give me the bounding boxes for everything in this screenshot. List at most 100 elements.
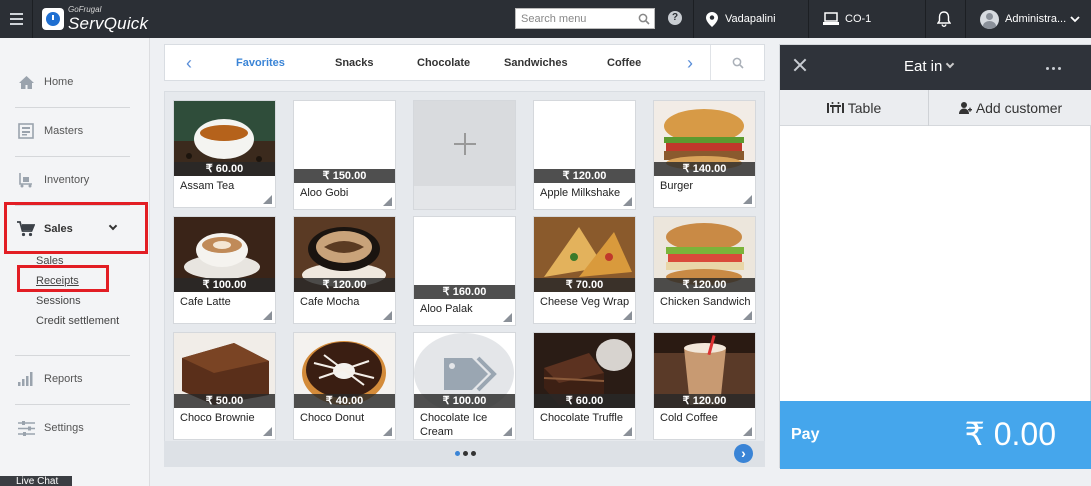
table-icon bbox=[826, 102, 844, 113]
product-card-chocolate-ice-cream[interactable]: ₹ 100.00 Chocolate Ice Cream bbox=[413, 332, 516, 440]
pay-button[interactable]: Pay ₹ 0.00 bbox=[780, 401, 1091, 469]
sidebar-subitem-sessions[interactable]: Sessions bbox=[36, 295, 81, 307]
page-dot[interactable] bbox=[463, 451, 468, 456]
chevron-down-icon bbox=[946, 59, 955, 69]
product-name: Burger bbox=[660, 180, 694, 192]
product-card-aloo-gobi[interactable]: ₹ 150.00 Aloo Gobi bbox=[293, 100, 396, 210]
product-card-chicken-sandwich[interactable]: ₹ 120.00 Chicken Sandwich bbox=[653, 216, 756, 324]
counter-selector[interactable]: CO-1 bbox=[823, 0, 871, 38]
home-icon bbox=[17, 73, 35, 91]
product-price: ₹ 120.00 bbox=[654, 394, 755, 408]
avatar bbox=[980, 9, 999, 29]
counter-label: CO-1 bbox=[845, 13, 872, 25]
top-bar: GoFrugal ServQuick ? Vadapalini CO-1 Adm… bbox=[0, 0, 1091, 38]
live-chat-button[interactable]: Live Chat bbox=[0, 476, 72, 486]
product-price: ₹ 70.00 bbox=[534, 278, 635, 292]
corner-triangle-icon bbox=[263, 427, 272, 436]
divider bbox=[925, 0, 926, 38]
tab-snacks[interactable]: Snacks bbox=[335, 57, 374, 69]
divider bbox=[15, 156, 130, 157]
corner-triangle-icon bbox=[263, 195, 272, 204]
register-icon bbox=[823, 12, 839, 25]
product-card-chocolate-truffle[interactable]: ₹ 60.00 Chocolate Truffle bbox=[533, 332, 636, 440]
tab-chocolate[interactable]: Chocolate bbox=[417, 57, 470, 69]
sidebar-item-home[interactable]: Home bbox=[0, 62, 150, 102]
divider bbox=[15, 404, 130, 405]
product-card-cheese-veg-wrap[interactable]: ₹ 70.00 Cheese Veg Wrap bbox=[533, 216, 636, 324]
product-card-choco-donut[interactable]: ₹ 40.00 Choco Donut bbox=[293, 332, 396, 440]
sidebar-item-masters[interactable]: Masters bbox=[0, 111, 150, 151]
add-product-tile[interactable] bbox=[413, 100, 516, 210]
order-mode-dropdown[interactable]: Eat in bbox=[904, 58, 955, 75]
add-customer-label: Add customer bbox=[975, 100, 1063, 116]
location-selector[interactable]: Vadapalini bbox=[706, 0, 776, 38]
next-page-icon[interactable]: › bbox=[734, 444, 753, 463]
product-price: ₹ 50.00 bbox=[174, 394, 275, 408]
help-icon[interactable]: ? bbox=[668, 11, 682, 25]
plus-icon bbox=[414, 101, 515, 186]
category-bar: ‹ Favorites Snacks Chocolate Sandwiches … bbox=[164, 44, 765, 81]
divider bbox=[693, 0, 694, 38]
product-card-choco-brownie[interactable]: ₹ 50.00 Choco Brownie bbox=[173, 332, 276, 440]
divider bbox=[965, 0, 966, 38]
sidebar-item-label: Masters bbox=[44, 125, 84, 137]
corner-triangle-icon bbox=[743, 195, 752, 204]
bell-icon bbox=[937, 11, 951, 27]
product-card-assam-tea[interactable]: ₹ 60.00 Assam Tea bbox=[173, 100, 276, 208]
location-label: Vadapalini bbox=[725, 13, 776, 25]
product-card-burger[interactable]: ₹ 140.00 Burger bbox=[653, 100, 756, 208]
tab-coffee[interactable]: Coffee bbox=[607, 57, 641, 69]
order-panel: Eat in Table Add customer Pay ₹ 0.00 bbox=[779, 44, 1091, 469]
page-dot-active[interactable] bbox=[455, 451, 460, 456]
sidebar-item-label: Reports bbox=[44, 373, 83, 385]
order-actions: Table Add customer bbox=[780, 90, 1091, 126]
divider bbox=[15, 355, 130, 356]
product-price: ₹ 140.00 bbox=[654, 162, 755, 176]
divider bbox=[15, 107, 130, 108]
chevron-right-icon[interactable]: › bbox=[683, 54, 697, 72]
close-icon[interactable] bbox=[792, 57, 808, 73]
corner-triangle-icon bbox=[383, 427, 392, 436]
reports-icon bbox=[17, 370, 35, 388]
chevron-left-icon[interactable]: ‹ bbox=[182, 54, 196, 72]
sidebar-item-settings[interactable]: Settings bbox=[0, 408, 150, 448]
settings-icon bbox=[17, 419, 35, 437]
tab-favorites[interactable]: Favorites bbox=[236, 57, 285, 69]
pay-label: Pay bbox=[791, 426, 820, 443]
search-input[interactable] bbox=[516, 9, 634, 28]
product-price: ₹ 160.00 bbox=[414, 285, 515, 299]
table-button[interactable]: Table bbox=[780, 90, 928, 126]
search-icon[interactable] bbox=[634, 9, 654, 28]
app-logo[interactable]: GoFrugal ServQuick bbox=[42, 5, 148, 33]
tab-sandwiches[interactable]: Sandwiches bbox=[504, 57, 568, 69]
order-total: ₹ 0.00 bbox=[964, 416, 1056, 452]
sidebar: Home Masters Inventory Sales Sales Recei… bbox=[0, 38, 150, 486]
product-price: ₹ 40.00 bbox=[294, 394, 395, 408]
grid-pager: › bbox=[164, 441, 765, 467]
more-options-icon[interactable] bbox=[1046, 67, 1061, 70]
menu-icon[interactable] bbox=[0, 0, 33, 38]
product-name: Aloo Gobi bbox=[300, 187, 349, 199]
sidebar-subitem-credit-settlement[interactable]: Credit settlement bbox=[36, 315, 119, 327]
category-search-button[interactable] bbox=[710, 45, 765, 80]
corner-triangle-icon bbox=[743, 427, 752, 436]
add-customer-button[interactable]: Add customer bbox=[929, 90, 1091, 126]
product-name: Aloo Palak bbox=[420, 303, 473, 315]
user-menu[interactable]: Administra... bbox=[980, 0, 1080, 38]
product-card-cafe-mocha[interactable]: ₹ 120.00 Cafe Mocha bbox=[293, 216, 396, 324]
product-price: ₹ 100.00 bbox=[174, 278, 275, 292]
page-dot[interactable] bbox=[471, 451, 476, 456]
masters-icon bbox=[17, 122, 35, 140]
sidebar-item-reports[interactable]: Reports bbox=[0, 359, 150, 399]
product-grid: ₹ 60.00 Assam Tea ₹ 150.00 Aloo Gobi ₹ 1… bbox=[164, 91, 765, 467]
sidebar-item-inventory[interactable]: Inventory bbox=[0, 160, 150, 200]
product-card-apple-milkshake[interactable]: ₹ 120.00 Apple Milkshake bbox=[533, 100, 636, 210]
location-pin-icon bbox=[706, 11, 718, 27]
divider bbox=[808, 0, 809, 38]
notifications-button[interactable] bbox=[937, 0, 951, 38]
product-card-cold-coffee[interactable]: ₹ 120.00 Cold Coffee bbox=[653, 332, 756, 440]
product-card-aloo-palak[interactable]: ₹ 160.00 Aloo Palak bbox=[413, 216, 516, 326]
product-price: ₹ 120.00 bbox=[534, 169, 635, 183]
product-name: Choco Donut bbox=[300, 412, 365, 424]
product-card-cafe-latte[interactable]: ₹ 100.00 Cafe Latte bbox=[173, 216, 276, 324]
